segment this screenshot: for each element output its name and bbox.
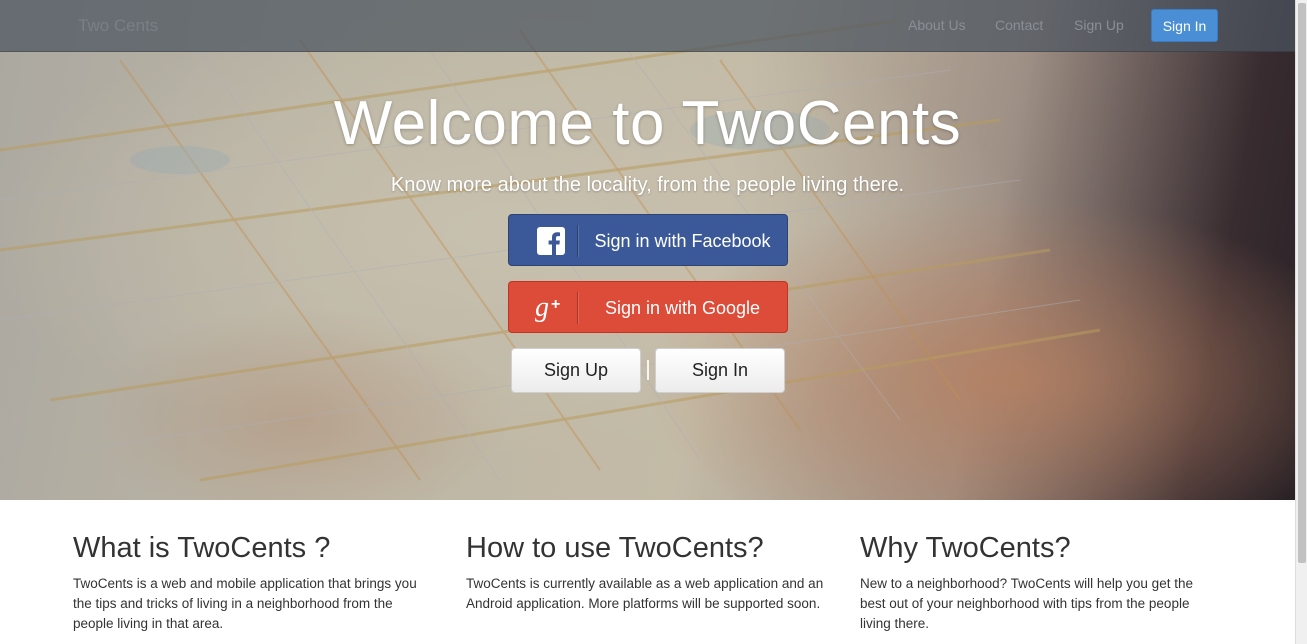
hero-banner: Welcome to TwoCents Know more about the …: [0, 0, 1295, 500]
info-text: TwoCents is currently available as a web…: [466, 576, 824, 611]
hero-signin-button[interactable]: Sign In: [655, 348, 785, 393]
nav-sign-in-button[interactable]: Sign In: [1151, 9, 1218, 42]
info-heading: Why TwoCents?: [860, 532, 1071, 564]
info-column-how: How to use TwoCents? TwoCents is current…: [466, 530, 826, 614]
info-column-what: What is TwoCents ? TwoCents is a web and…: [73, 530, 433, 634]
hero-subtitle: Know more about the locality, from the p…: [390, 174, 905, 196]
svg-text:g: g: [535, 292, 549, 322]
nav-contact-link[interactable]: Contact: [995, 17, 1043, 33]
info-column-why: Why TwoCents? New to a neighborhood? Two…: [860, 530, 1220, 634]
facebook-signin-label: Sign in with Facebook: [594, 231, 771, 251]
page: Welcome to TwoCents Know more about the …: [0, 0, 1295, 644]
info-heading: What is TwoCents ?: [73, 532, 331, 564]
svg-text:+: +: [551, 296, 560, 313]
scrollbar-thumb[interactable]: [1298, 3, 1306, 563]
google-signin-label: Sign in with Google: [604, 298, 761, 318]
hero-signup-button[interactable]: Sign Up: [511, 348, 641, 393]
facebook-signin-button[interactable]: Sign in with Facebook: [508, 214, 788, 266]
brand-logo[interactable]: Two Cents: [78, 16, 158, 36]
google-plus-icon: g +: [535, 292, 565, 322]
vertical-scrollbar[interactable]: [1295, 0, 1307, 644]
nav-about-us-link[interactable]: About Us: [908, 17, 966, 33]
hero-title: Welcome to TwoCents: [333, 89, 962, 158]
nav-sign-up-link[interactable]: Sign Up: [1074, 17, 1124, 33]
info-text: TwoCents is a web and mobile application…: [73, 576, 417, 631]
info-heading: How to use TwoCents?: [466, 532, 764, 564]
google-signin-button[interactable]: g + Sign in with Google: [508, 281, 788, 333]
buttons-divider: [647, 360, 649, 380]
facebook-icon: [537, 227, 565, 255]
info-text: New to a neighborhood? TwoCents will hel…: [860, 576, 1193, 631]
top-navbar: Two Cents About Us Contact Sign Up Sign …: [0, 0, 1295, 52]
